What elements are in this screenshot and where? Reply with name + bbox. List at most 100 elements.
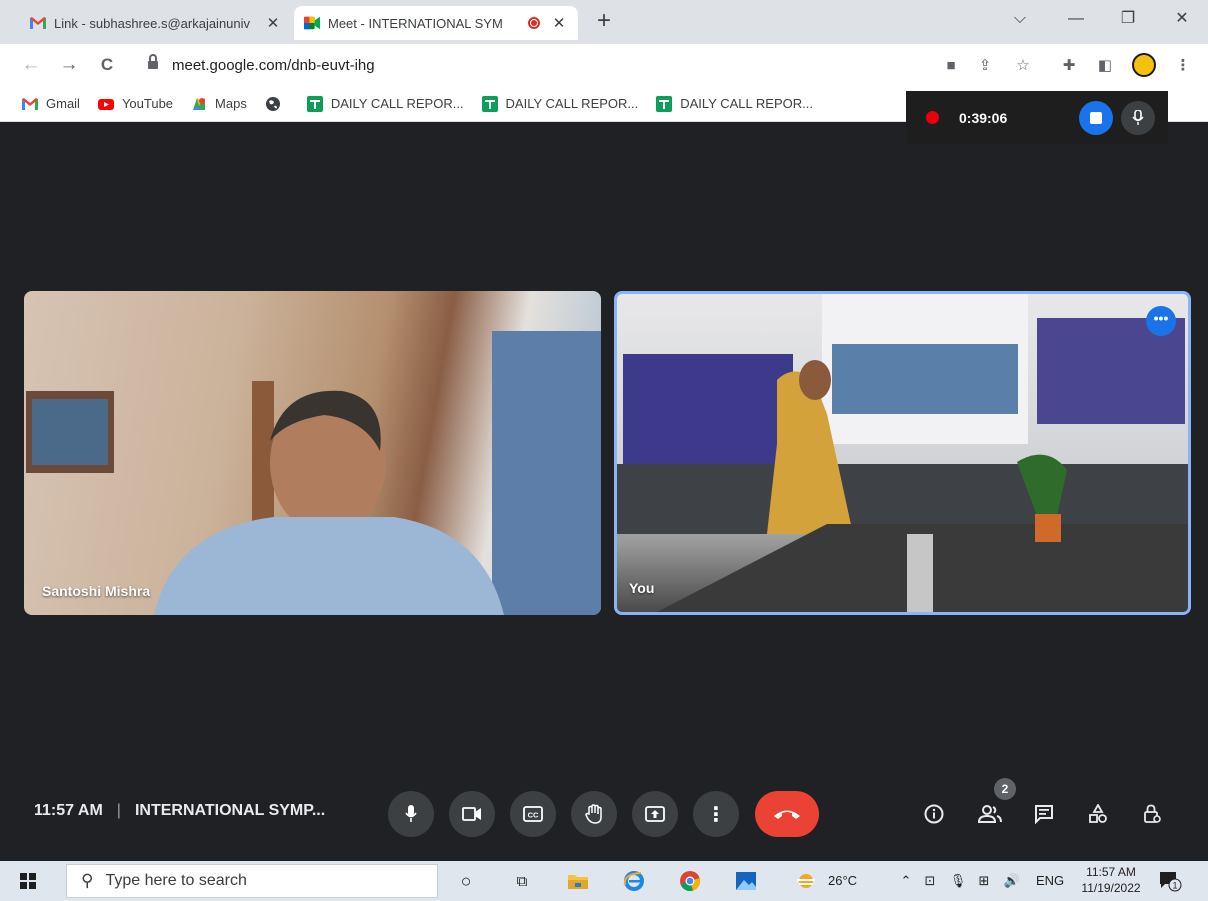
closed-captions-icon: CC	[523, 806, 543, 822]
clock-time: 11:57 AM	[1086, 865, 1136, 879]
edge-icon[interactable]	[622, 869, 646, 893]
activities-shapes-icon	[1089, 804, 1107, 823]
weather-temperature[interactable]: 26°C	[828, 873, 857, 888]
present-screen-button[interactable]	[632, 791, 678, 837]
close-window-button[interactable]: ✕	[1162, 6, 1202, 32]
present-to-all-icon	[645, 806, 665, 822]
microphone-toggle-button[interactable]	[388, 791, 434, 837]
google-meet-icon	[304, 16, 320, 30]
leave-call-button[interactable]	[755, 791, 819, 837]
meeting-time: 11:57 AM	[34, 802, 103, 819]
menu-kebab-icon[interactable]: ⋮	[1172, 55, 1194, 77]
recording-timer: 0:39:06	[959, 109, 1008, 126]
chat-icon	[1035, 805, 1053, 824]
lock-icon	[148, 54, 158, 71]
task-view-icon[interactable]: ⧉	[510, 869, 534, 893]
gmail-icon	[22, 97, 38, 110]
forward-arrow-icon[interactable]: →	[56, 52, 82, 78]
bookmark-label: DAILY CALL REPOR...	[680, 96, 813, 111]
call-controls-bar: 11:57 AM | INTERNATIONAL SYMP... CC ⋮	[0, 782, 1208, 840]
share-icon[interactable]: ⇪	[974, 55, 996, 77]
activities-button[interactable]	[1080, 796, 1116, 832]
host-controls-button[interactable]	[1134, 796, 1170, 832]
new-tab-button[interactable]: +	[592, 8, 616, 34]
chat-button[interactable]	[1026, 796, 1062, 832]
tab-meet[interactable]: Meet - INTERNATIONAL SYM ✕	[294, 6, 578, 40]
show-everyone-button[interactable]	[972, 796, 1008, 832]
more-options-button[interactable]: ⋮	[693, 791, 739, 837]
notifications-icon[interactable]: 1	[1158, 869, 1182, 893]
bookmark-globe[interactable]	[265, 96, 289, 112]
network-icon[interactable]: ⊞	[972, 869, 996, 893]
meeting-details-button[interactable]	[916, 796, 952, 832]
tab-search-chevron-down-icon[interactable]: ⌵	[1000, 6, 1040, 32]
file-explorer-icon[interactable]	[566, 869, 590, 893]
input-language[interactable]: ENG	[1036, 873, 1064, 888]
back-arrow-icon[interactable]: ←	[18, 52, 44, 78]
extensions-puzzle-icon[interactable]: ✚	[1058, 55, 1080, 77]
bookmark-label: Maps	[215, 96, 247, 111]
recording-dot-icon	[926, 111, 939, 124]
participant-count-badge: 2	[994, 778, 1016, 800]
windows-start-icon[interactable]	[20, 873, 36, 889]
camera-toggle-button[interactable]	[449, 791, 495, 837]
tab-close-icon[interactable]: ✕	[264, 14, 282, 32]
browser-toolbar: ← → C meet.google.com/dnb-euvt-ihg ■ ⇪ ☆…	[0, 44, 1208, 86]
speaker-volume-icon[interactable]: 🔊	[1000, 869, 1024, 893]
captions-button[interactable]: CC	[510, 791, 556, 837]
call-end-icon	[774, 810, 800, 819]
profile-avatar[interactable]	[1132, 53, 1156, 77]
bookmark-daily-call-report-2[interactable]: DAILY CALL REPOR...	[481, 95, 639, 112]
sheets-icon	[656, 95, 673, 112]
internet-explorer-icon	[623, 871, 644, 891]
camera-in-use-icon[interactable]: ■	[940, 55, 962, 77]
meet-now-icon[interactable]: ⊡	[918, 869, 942, 893]
svg-text:CC: CC	[528, 811, 539, 820]
participant-tile-remote[interactable]: Santoshi Mishra	[24, 291, 601, 615]
sun-haze-icon	[797, 874, 815, 888]
raise-hand-icon	[585, 804, 602, 824]
weather-icon[interactable]	[794, 869, 818, 893]
meeting-details: 11:57 AM | INTERNATIONAL SYMP...	[34, 802, 325, 820]
bookmark-label: DAILY CALL REPOR...	[505, 96, 639, 111]
participant-video	[617, 294, 1188, 612]
side-panel-icon[interactable]: ◧	[1094, 55, 1116, 77]
microphone-icon	[1132, 109, 1144, 125]
tile-more-options-icon[interactable]: •••	[1146, 306, 1176, 336]
tab-close-icon[interactable]: ✕	[550, 14, 568, 32]
bookmark-daily-call-report-3[interactable]: DAILY CALL REPOR...	[656, 95, 813, 112]
participant-tile-local[interactable]: ••• You	[614, 291, 1191, 615]
bookmark-daily-call-report-1[interactable]: DAILY CALL REPOR...	[306, 95, 464, 112]
meeting-title[interactable]: INTERNATIONAL SYMP...	[135, 802, 325, 820]
stop-recording-button[interactable]	[1079, 100, 1113, 135]
tab-gmail[interactable]: Link - subhashree.s@arkajainuniv ✕	[20, 6, 292, 40]
bookmark-gmail[interactable]: Gmail	[22, 96, 80, 112]
photos-icon[interactable]	[734, 869, 758, 893]
cortana-icon[interactable]: ○	[454, 869, 478, 893]
taskbar-search-box[interactable]: ⚲ Type here to search	[66, 864, 438, 898]
taskbar-clock[interactable]: 11:57 AM 11/19/2022	[1072, 864, 1150, 896]
chrome-browser-icon	[680, 871, 700, 891]
chrome-icon[interactable]	[678, 869, 702, 893]
maps-icon	[193, 97, 206, 110]
raise-hand-button[interactable]	[571, 791, 617, 837]
restore-button[interactable]: ❐	[1108, 6, 1148, 32]
tab-title: Link - subhashree.s@arkajainuniv	[54, 15, 251, 31]
bookmark-youtube[interactable]: YouTube	[97, 96, 174, 112]
bookmark-label: YouTube	[121, 96, 174, 111]
sheets-icon	[306, 95, 323, 112]
url-text: meet.google.com/dnb-euvt-ihg	[172, 56, 375, 74]
gmail-icon	[30, 17, 46, 29]
microphone-icon[interactable]: 🎙	[946, 869, 970, 893]
bookmark-star-icon[interactable]: ☆	[1012, 55, 1034, 77]
action-center-icon: 1	[1160, 872, 1182, 892]
microphone-icon	[405, 805, 417, 822]
globe-icon	[265, 96, 280, 111]
info-icon	[924, 804, 944, 824]
participant-name: Santoshi Mishra	[42, 583, 151, 599]
show-hidden-icons-chevron-up-icon[interactable]: ⌃	[894, 869, 918, 893]
minimize-button[interactable]: —	[1056, 6, 1096, 32]
recording-mic-button[interactable]	[1121, 100, 1155, 135]
reload-icon[interactable]: C	[94, 52, 120, 78]
bookmark-maps[interactable]: Maps	[191, 96, 247, 112]
